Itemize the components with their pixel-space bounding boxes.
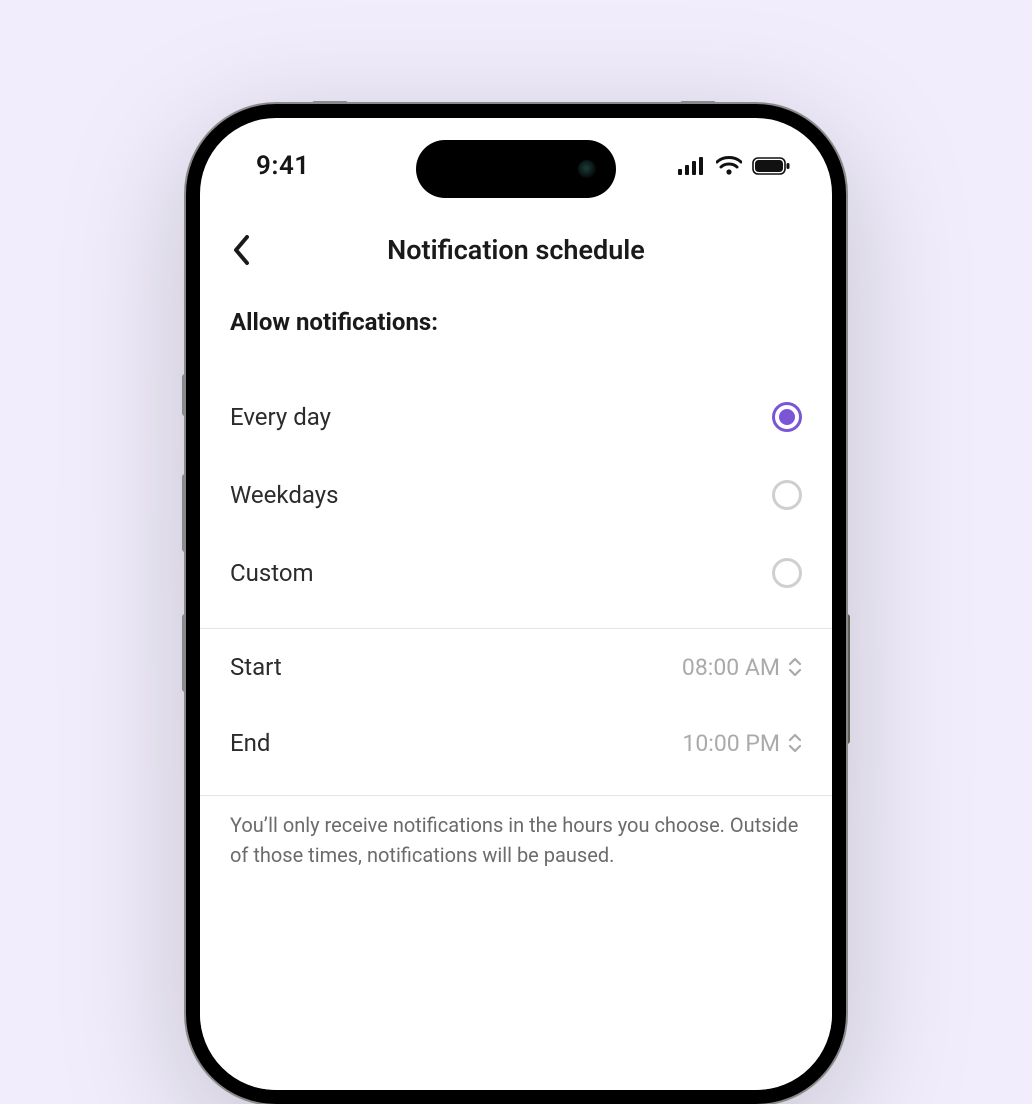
back-button[interactable] xyxy=(224,232,260,268)
radio-indicator xyxy=(772,558,802,588)
cellular-icon xyxy=(678,157,706,175)
chevron-left-icon xyxy=(232,235,252,265)
end-time-value: 10:00 PM xyxy=(682,730,780,757)
radio-indicator xyxy=(772,480,802,510)
end-time-row[interactable]: End 10:00 PM xyxy=(230,705,802,781)
start-time-row[interactable]: Start 08:00 AM xyxy=(230,629,802,705)
status-bar: 9:41 xyxy=(200,118,832,214)
phone-frame: 9:41 xyxy=(186,104,846,1104)
status-time: 9:41 xyxy=(256,151,310,181)
wifi-icon xyxy=(716,156,742,176)
radio-custom[interactable]: Custom xyxy=(230,534,802,612)
end-time-label: End xyxy=(230,729,270,757)
app-screen: Notification schedule Allow notification… xyxy=(200,214,832,1090)
radio-label: Every day xyxy=(230,403,331,431)
radio-weekdays[interactable]: Weekdays xyxy=(230,456,802,534)
start-time-label: Start xyxy=(230,653,282,681)
radio-label: Weekdays xyxy=(230,481,338,509)
nav-bar: Notification schedule xyxy=(204,214,828,286)
section-label: Allow notifications: xyxy=(230,308,802,336)
radio-every-day[interactable]: Every day xyxy=(230,378,802,456)
stepper-icon xyxy=(788,657,802,677)
start-time-value: 08:00 AM xyxy=(682,654,780,681)
radio-label: Custom xyxy=(230,559,314,587)
page-title: Notification schedule xyxy=(387,234,645,266)
stepper-icon xyxy=(788,733,802,753)
help-text: You’ll only receive notifications in the… xyxy=(200,795,832,870)
battery-icon xyxy=(752,157,790,175)
radio-indicator-selected xyxy=(772,402,802,432)
